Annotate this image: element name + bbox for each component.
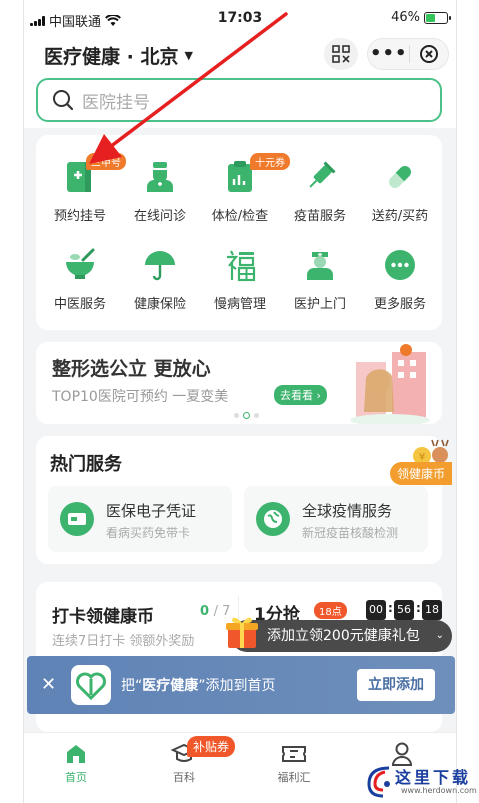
search-placeholder: 医院挂号 (82, 92, 150, 113)
service-more[interactable]: 更多服务 (360, 245, 440, 312)
add-now-button[interactable]: 立即添加 (357, 669, 435, 701)
add-to-home-bar: ✕ 把“医疗健康”添加到首页 立即添加 (27, 656, 455, 714)
more-icon (380, 245, 420, 285)
hot-item-title: 医保电子凭证 (106, 502, 197, 520)
subsidy-coupon-badge: 补贴券 (187, 736, 236, 757)
service-home-nursing[interactable]: 医护上门 (280, 245, 360, 312)
service-checkup[interactable]: 十元券 体检/检查 (200, 153, 290, 224)
banner-subtitle: TOP10医院可预约 一夏变美 (52, 389, 229, 405)
hot-services: 热门服务 医保电子凭证 看病买药免带卡 全球疫情服务 新冠疫苗核酸检测 (36, 436, 442, 564)
ticket-icon (264, 741, 324, 767)
doctor-icon (140, 157, 180, 197)
close-icon[interactable]: ✕ (41, 674, 56, 695)
more-options-button[interactable]: ••• (368, 39, 409, 69)
service-chronic[interactable]: 慢病管理 (200, 245, 280, 312)
register-icon: 三甲号 (60, 153, 126, 197)
service-tcm[interactable]: 中医服务 (40, 245, 120, 312)
carousel-dots (234, 412, 259, 419)
miniapp-capsule: ••• (367, 38, 449, 70)
close-circle-icon (420, 45, 439, 63)
watermark-url: www.herdown.com (401, 786, 477, 795)
gift-tooltip[interactable]: 添加立领200元健康礼包 ⌄ (231, 620, 452, 652)
checkup-icon: 十元券 (220, 153, 290, 197)
nurse-icon (300, 245, 340, 285)
banner-button[interactable]: 去看看 › (274, 385, 327, 405)
caret-down-icon: ▼ (184, 49, 193, 62)
fu-icon (220, 245, 260, 285)
chevron-down-icon: ⌄ (435, 630, 444, 641)
countdown-minutes: 56 (394, 600, 414, 620)
home-icon (46, 741, 106, 767)
checkin-subtitle: 连续7日打卡 领额外奖励 (52, 634, 195, 649)
banner-title: 整形选公立 更放心 (52, 358, 211, 380)
app-logo (71, 665, 111, 705)
coin-badge-label: 领健康币 (390, 462, 453, 485)
header: 医疗健康 · 北京 ▼ ••• 医院挂号 (24, 36, 456, 128)
globe-icon (256, 502, 290, 536)
epidemic-service-card[interactable]: 全球疫情服务 新冠疫苗核酸检测 (244, 486, 428, 552)
card-icon (60, 502, 94, 536)
countdown-hours: 00 (366, 600, 386, 620)
service-label: 中医服务 (53, 297, 106, 312)
scan-button[interactable] (324, 38, 358, 70)
status-bar: 中国联通 17:03 46% (24, 0, 456, 36)
banner-illustration (350, 344, 430, 424)
service-label: 疫苗服务 (293, 209, 346, 224)
service-label: 预约挂号 (53, 209, 106, 224)
tab-label: 福利汇 (277, 771, 311, 784)
umbrella-icon (140, 245, 180, 285)
medical-insurance-card[interactable]: 医保电子凭证 看病买药免带卡 (48, 486, 232, 552)
watermark: 这里下载 www.herdown.com (363, 760, 479, 803)
service-online-consult[interactable]: 在线问诊 (120, 157, 200, 224)
pill-icon (380, 157, 420, 197)
tcm-icon (60, 245, 100, 285)
countdown-seconds: 18 (422, 600, 442, 620)
flash-sale-tag: 18点 (314, 602, 347, 619)
tab-home[interactable]: 首页 (46, 741, 106, 785)
service-label: 医护上门 (293, 297, 346, 312)
watermark-text: 这里下载 (395, 768, 472, 787)
promo-banner[interactable]: 整形选公立 更放心 TOP10医院可预约 一夏变美 去看看 › (36, 342, 442, 424)
hot-item-subtitle: 看病买药免带卡 (106, 526, 191, 540)
tab-welfare[interactable]: 福利汇 (264, 741, 324, 785)
search-input[interactable]: 医院挂号 (36, 78, 442, 122)
service-label: 更多服务 (373, 297, 426, 312)
service-vaccine[interactable]: 疫苗服务 (280, 157, 360, 224)
tab-label: 首页 (65, 771, 87, 784)
service-label: 在线问诊 (133, 209, 186, 224)
collect-coin-badge[interactable]: ¥ 领健康币 (390, 438, 456, 488)
page-title: 医疗健康 · 北京 (44, 46, 179, 68)
service-medicine-delivery[interactable]: 送药/买药 (360, 157, 440, 224)
service-label: 体检/检查 (211, 209, 269, 224)
watermark-logo (367, 766, 390, 798)
gift-icon (226, 617, 258, 648)
service-insurance[interactable]: 健康保险 (120, 245, 200, 312)
search-icon (53, 90, 74, 111)
hot-item-title: 全球疫情服务 (302, 502, 393, 520)
tab-label: 百科 (173, 771, 195, 784)
city-selector[interactable]: 医疗健康 · 北京 ▼ (44, 42, 193, 69)
exit-button[interactable] (410, 44, 448, 64)
gift-tooltip-text: 添加立领200元健康礼包 (267, 628, 420, 644)
service-grid: 三甲号 预约挂号 在线问诊 十元券 体检/检查 疫苗服务 送药/买药 中医服务 … (36, 135, 442, 330)
battery-percent: 46% (391, 10, 420, 25)
add-to-home-text: 把“医疗健康”添加到首页 (121, 678, 276, 694)
service-register[interactable]: 三甲号 预约挂号 (40, 153, 126, 224)
section-title: 热门服务 (50, 454, 122, 475)
checkin-title[interactable]: 打卡领健康币 (52, 602, 154, 627)
hot-item-subtitle: 新冠疫苗核酸检测 (302, 526, 399, 540)
service-label: 健康保险 (133, 297, 186, 312)
service-label: 慢病管理 (213, 297, 266, 312)
vaccine-icon (300, 157, 340, 197)
battery-icon (424, 11, 451, 24)
phone-screen: 中国联通 17:03 46% 医疗健康 · 北京 ▼ ••• 医院挂号 三甲号 … (23, 0, 457, 803)
scan-icon (332, 45, 350, 63)
service-label: 送药/买药 (371, 209, 429, 224)
